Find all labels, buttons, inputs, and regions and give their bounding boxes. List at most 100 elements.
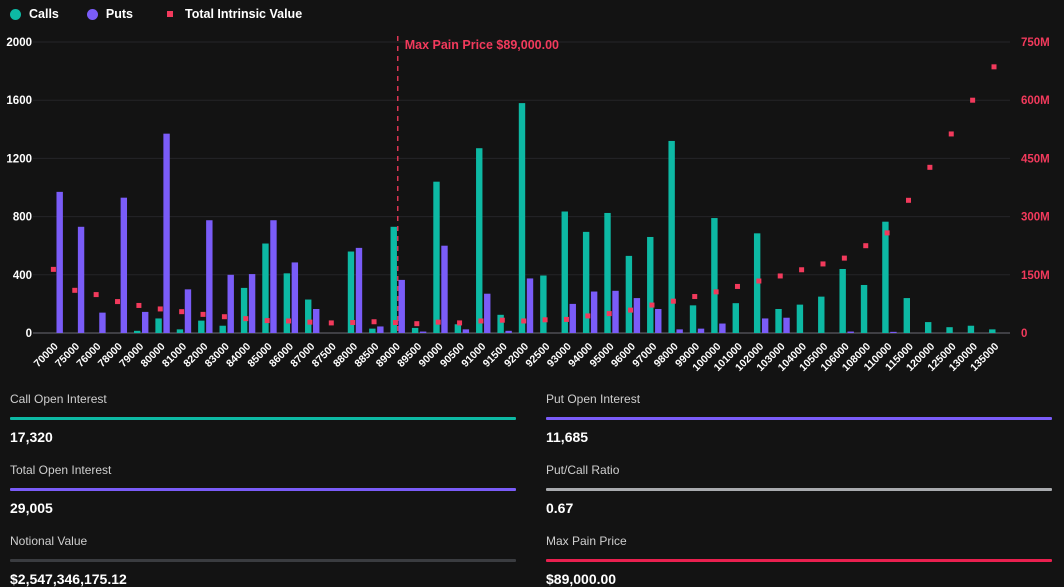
intrinsic-value-dot[interactable]: [735, 284, 740, 289]
put-bar[interactable]: [56, 192, 62, 333]
intrinsic-value-dot[interactable]: [820, 261, 825, 266]
call-bar[interactable]: [647, 237, 653, 333]
call-bar[interactable]: [540, 276, 546, 333]
put-bar[interactable]: [634, 298, 640, 333]
intrinsic-value-dot[interactable]: [372, 319, 377, 324]
intrinsic-value-dot[interactable]: [436, 320, 441, 325]
call-bar[interactable]: [134, 331, 140, 333]
put-bar[interactable]: [484, 294, 490, 333]
call-bar[interactable]: [305, 300, 311, 333]
intrinsic-value-dot[interactable]: [564, 317, 569, 322]
intrinsic-value-dot[interactable]: [842, 256, 847, 261]
call-bar[interactable]: [818, 297, 824, 333]
intrinsic-value-dot[interactable]: [222, 314, 227, 319]
legend-item-total-intrinsic-value[interactable]: Total Intrinsic Value: [161, 7, 302, 21]
intrinsic-value-dot[interactable]: [649, 303, 654, 308]
intrinsic-value-dot[interactable]: [799, 267, 804, 272]
put-bar[interactable]: [505, 331, 511, 333]
call-bar[interactable]: [284, 273, 290, 333]
call-bar[interactable]: [155, 318, 161, 333]
put-bar[interactable]: [313, 309, 319, 333]
call-bar[interactable]: [626, 256, 632, 333]
put-bar[interactable]: [676, 329, 682, 333]
put-bar[interactable]: [99, 313, 105, 333]
put-bar[interactable]: [270, 220, 276, 333]
call-bar[interactable]: [989, 329, 995, 333]
put-bar[interactable]: [527, 278, 533, 333]
call-bar[interactable]: [198, 321, 204, 333]
call-bar[interactable]: [968, 326, 974, 333]
put-bar[interactable]: [655, 309, 661, 333]
put-bar[interactable]: [228, 275, 234, 333]
intrinsic-value-dot[interactable]: [628, 308, 633, 313]
intrinsic-value-dot[interactable]: [72, 288, 77, 293]
intrinsic-value-dot[interactable]: [949, 131, 954, 136]
intrinsic-value-dot[interactable]: [478, 318, 483, 323]
put-bar[interactable]: [783, 318, 789, 333]
call-bar[interactable]: [220, 326, 226, 333]
call-bar[interactable]: [733, 303, 739, 333]
intrinsic-value-dot[interactable]: [457, 320, 462, 325]
call-bar[interactable]: [476, 148, 482, 333]
intrinsic-value-dot[interactable]: [756, 279, 761, 284]
call-bar[interactable]: [882, 222, 888, 333]
intrinsic-value-dot[interactable]: [671, 299, 676, 304]
intrinsic-value-dot[interactable]: [970, 98, 975, 103]
put-bar[interactable]: [121, 198, 127, 333]
legend-item-calls[interactable]: Calls: [10, 7, 59, 21]
call-bar[interactable]: [711, 218, 717, 333]
put-bar[interactable]: [206, 220, 212, 333]
put-bar[interactable]: [185, 289, 191, 333]
put-bar[interactable]: [420, 332, 426, 333]
intrinsic-value-dot[interactable]: [51, 267, 56, 272]
intrinsic-value-dot[interactable]: [115, 299, 120, 304]
put-bar[interactable]: [377, 326, 383, 333]
call-bar[interactable]: [177, 329, 183, 333]
intrinsic-value-dot[interactable]: [607, 311, 612, 316]
put-bar[interactable]: [612, 291, 618, 333]
intrinsic-value-dot[interactable]: [179, 309, 184, 314]
call-bar[interactable]: [904, 298, 910, 333]
intrinsic-value-dot[interactable]: [692, 294, 697, 299]
intrinsic-value-dot[interactable]: [543, 317, 548, 322]
intrinsic-value-dot[interactable]: [286, 318, 291, 323]
call-bar[interactable]: [668, 141, 674, 333]
intrinsic-value-dot[interactable]: [927, 165, 932, 170]
put-bar[interactable]: [570, 304, 576, 333]
intrinsic-value-dot[interactable]: [585, 313, 590, 318]
put-bar[interactable]: [292, 262, 298, 333]
intrinsic-value-dot[interactable]: [265, 318, 270, 323]
intrinsic-value-dot[interactable]: [136, 303, 141, 308]
put-bar[interactable]: [399, 280, 405, 333]
intrinsic-value-dot[interactable]: [714, 289, 719, 294]
put-bar[interactable]: [441, 246, 447, 333]
intrinsic-value-dot[interactable]: [243, 316, 248, 321]
intrinsic-value-dot[interactable]: [307, 320, 312, 325]
intrinsic-value-dot[interactable]: [414, 321, 419, 326]
intrinsic-value-dot[interactable]: [329, 320, 334, 325]
intrinsic-value-dot[interactable]: [94, 292, 99, 297]
call-bar[interactable]: [369, 329, 375, 333]
put-bar[interactable]: [249, 274, 255, 333]
intrinsic-value-dot[interactable]: [393, 320, 398, 325]
call-bar[interactable]: [797, 305, 803, 333]
call-bar[interactable]: [391, 227, 397, 333]
intrinsic-value-dot[interactable]: [778, 273, 783, 278]
put-bar[interactable]: [163, 134, 169, 333]
put-bar[interactable]: [719, 324, 725, 333]
call-bar[interactable]: [562, 212, 568, 333]
call-bar[interactable]: [455, 324, 461, 333]
call-bar[interactable]: [433, 182, 439, 333]
legend-item-puts[interactable]: Puts: [87, 7, 133, 21]
put-bar[interactable]: [78, 227, 84, 333]
intrinsic-value-dot[interactable]: [500, 318, 505, 323]
put-bar[interactable]: [890, 332, 896, 333]
put-bar[interactable]: [698, 329, 704, 333]
intrinsic-value-dot[interactable]: [885, 230, 890, 235]
put-bar[interactable]: [591, 292, 597, 333]
call-bar[interactable]: [946, 327, 952, 333]
put-bar[interactable]: [142, 312, 148, 333]
call-bar[interactable]: [839, 269, 845, 333]
put-bar[interactable]: [463, 329, 469, 333]
intrinsic-value-dot[interactable]: [906, 198, 911, 203]
